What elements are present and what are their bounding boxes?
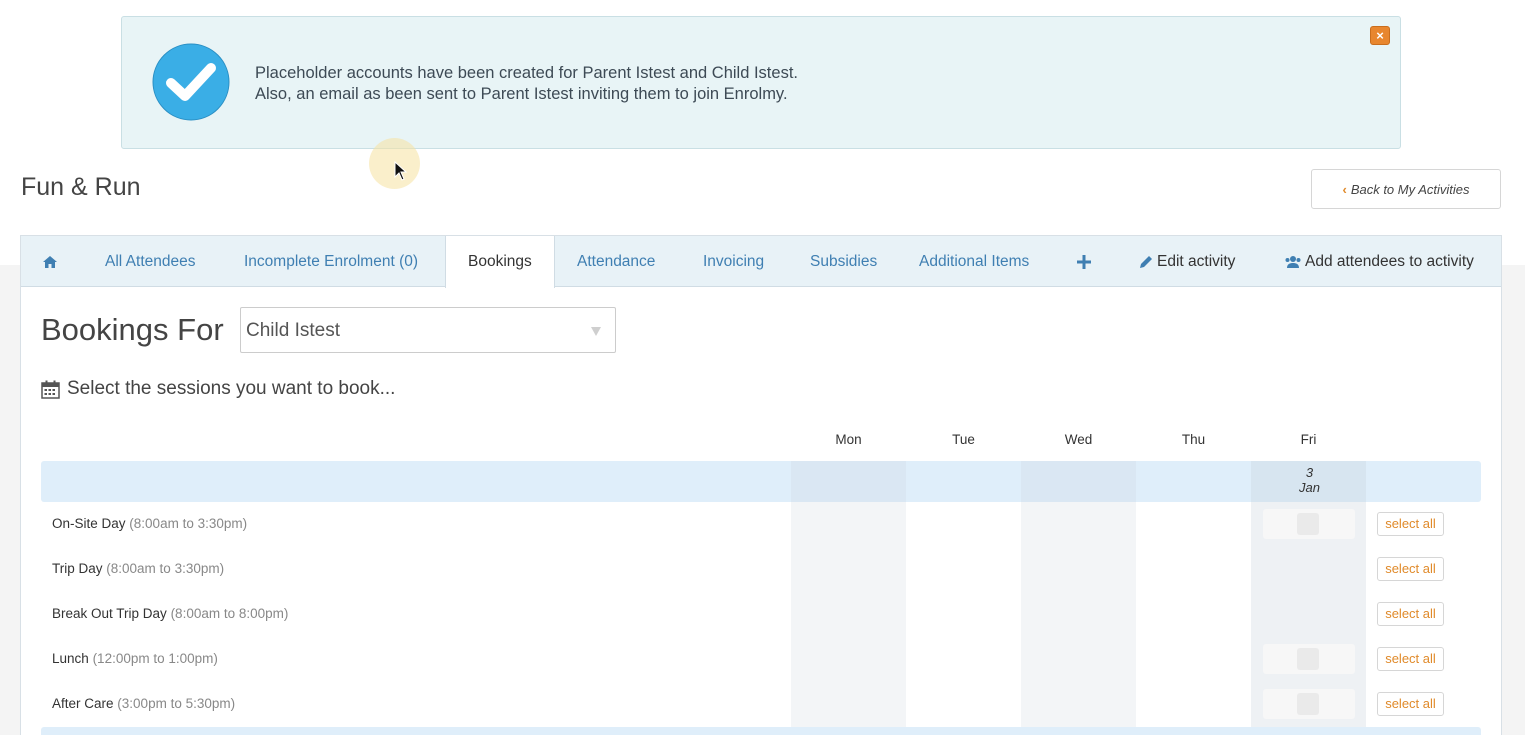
edit-activity-button[interactable]: Edit activity [1139,236,1235,287]
activity-tabs: All Attendees Incomplete Enrolment (0) B… [21,236,1501,288]
session-time: (8:00am to 3:30pm) [106,561,225,576]
session-time: (12:00pm to 1:00pm) [92,651,218,666]
tab-attendance[interactable]: Attendance [577,236,655,287]
pencil-icon [1140,255,1152,268]
child-select-value: Child Istest [246,320,340,341]
slot-checkbox-lunch-fri[interactable] [1297,648,1319,670]
select-all-button[interactable]: select all [1377,692,1444,716]
column-wed [1021,461,1136,735]
session-row-label: After Care (3:00pm to 5:30pm) [52,696,235,711]
session-time: (3:00pm to 5:30pm) [117,696,236,711]
session-time: (8:00am to 3:30pm) [129,516,248,531]
day-header-fri: Fri [1300,432,1317,447]
session-instruction: Select the sessions you want to book... [41,378,395,400]
mouse-cursor-icon [394,161,408,181]
tab-all-attendees[interactable]: All Attendees [105,236,195,287]
day-header-mon: Mon [835,432,862,447]
close-icon: × [1376,28,1384,43]
date-day: 3 [1305,465,1314,480]
check-circle-icon [152,43,230,121]
activity-panel: All Attendees Incomplete Enrolment (0) B… [20,235,1502,735]
add-attendees-label: Add attendees to activity [1305,252,1474,270]
date-fri: 3 Jan [1252,465,1367,495]
session-name: Lunch [52,651,89,666]
chevron-left-icon: ‹ [1342,181,1347,197]
calendar-icon [41,380,60,399]
home-icon [43,255,57,268]
session-name: Trip Day [52,561,103,576]
tab-home[interactable] [42,236,58,287]
bookings-for-heading: Bookings For [41,312,224,347]
column-mon [791,461,906,735]
slot-checkbox-aftercare-fri[interactable] [1297,693,1319,715]
alert-message: Placeholder accounts have been created f… [255,63,798,105]
edit-activity-label: Edit activity [1157,252,1236,270]
session-name: Break Out Trip Day [52,606,167,621]
tab-invoicing[interactable]: Invoicing [703,236,764,287]
child-select[interactable]: Child Istest [240,307,616,353]
users-icon [1285,255,1301,268]
select-all-button[interactable]: select all [1377,602,1444,626]
day-header-thu: Thu [1181,432,1206,447]
instruction-text: Select the sessions you want to book... [67,378,396,399]
close-alert-button[interactable]: × [1370,26,1390,45]
day-header-tue: Tue [952,432,975,447]
session-row-label: On-Site Day (8:00am to 3:30pm) [52,516,247,531]
add-attendees-button[interactable]: Add attendees to activity [1284,236,1474,287]
plus-icon [1077,254,1091,269]
session-name: After Care [52,696,114,711]
next-week-band [41,727,1481,735]
session-time: (8:00am to 8:00pm) [170,606,289,621]
session-row-label: Break Out Trip Day (8:00am to 8:00pm) [52,606,288,621]
slot-checkbox-onsite-fri[interactable] [1297,513,1319,535]
session-row-label: Trip Day (8:00am to 3:30pm) [52,561,224,576]
tab-incomplete-enrolment[interactable]: Incomplete Enrolment (0) [244,236,418,287]
alert-line-1: Placeholder accounts have been created f… [255,64,798,82]
success-alert: Placeholder accounts have been created f… [121,16,1401,149]
session-row-label: Lunch (12:00pm to 1:00pm) [52,651,218,666]
chevron-down-icon [591,327,601,336]
select-all-button[interactable]: select all [1377,557,1444,581]
tab-subsidies[interactable]: Subsidies [810,236,877,287]
session-name: On-Site Day [52,516,126,531]
back-to-activities-button[interactable]: ‹ Back to My Activities [1311,169,1501,209]
alert-line-2: Also, an email as been sent to Parent Is… [255,85,788,103]
select-all-button[interactable]: select all [1377,512,1444,536]
tab-bookings[interactable]: Bookings [445,236,555,288]
tab-additional-items[interactable]: Additional Items [919,236,1029,287]
page-title: Fun & Run [21,173,141,201]
date-month: Jan [1299,480,1320,495]
back-button-label: Back to My Activities [1350,181,1470,197]
select-all-button[interactable]: select all [1377,647,1444,671]
tab-add[interactable] [1077,236,1091,287]
day-header-wed: Wed [1064,432,1093,447]
